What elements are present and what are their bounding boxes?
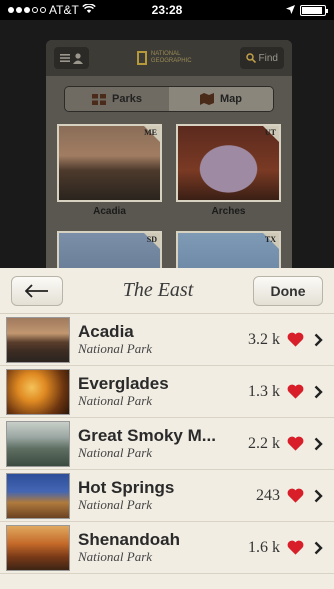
battery-icon [300, 4, 328, 16]
background-card: NATIONAL GEOGRAPHIC Find Parks Map ME Ac… [46, 40, 292, 290]
list-profile-button[interactable] [54, 47, 89, 69]
region-sheet: The East Done Acadia National Park 3.2 k… [0, 268, 334, 589]
park-type: National Park [78, 445, 153, 460]
find-label: Find [258, 52, 278, 64]
thumbnail-acadia[interactable]: ME Acadia [57, 124, 162, 217]
wifi-icon [82, 3, 96, 17]
national-geographic-logo: NATIONAL GEOGRAPHIC [136, 51, 192, 65]
person-icon [73, 52, 83, 64]
tab-parks-label: Parks [112, 93, 142, 105]
list-item[interactable]: Shenandoah National Park 1.6 k [0, 522, 334, 574]
done-button[interactable]: Done [253, 275, 323, 306]
state-label: SD [146, 235, 157, 244]
chevron-right-icon[interactable] [310, 385, 326, 399]
park-text: Shenandoah National Park [78, 530, 220, 565]
screen: AT&T 23:28 NATIONAL GEOGRAPHIC Find Park… [0, 0, 334, 589]
park-type: National Park [78, 393, 153, 408]
park-type: National Park [78, 549, 153, 564]
status-bar: AT&T 23:28 [0, 0, 334, 20]
park-text: Hot Springs National Park [78, 478, 220, 513]
list-item[interactable]: Great Smoky M... National Park 2.2 k [0, 418, 334, 470]
park-name: Shenandoah [78, 530, 181, 549]
thumbnail-label: Arches [211, 206, 246, 217]
chevron-right-icon[interactable] [310, 333, 326, 347]
carrier-label: AT&T [49, 3, 79, 17]
find-button[interactable]: Find [239, 47, 284, 69]
thumbnail-image: UT [176, 124, 281, 202]
search-icon [245, 53, 256, 63]
sheet-header: The East Done [0, 268, 334, 314]
list-item[interactable]: Acadia National Park 3.2 k [0, 314, 334, 366]
park-thumbnail-grid: ME Acadia UT Arches SD TX [46, 112, 292, 290]
chevron-right-icon[interactable] [310, 437, 326, 451]
state-label: ME [144, 128, 157, 137]
tab-map[interactable]: Map [169, 87, 273, 111]
park-text: Everglades National Park [78, 374, 220, 409]
thumbnail-label: Acadia [93, 206, 126, 217]
status-right [206, 3, 328, 17]
background-app: NATIONAL GEOGRAPHIC Find Parks Map ME Ac… [0, 20, 334, 290]
status-time: 23:28 [151, 3, 183, 17]
park-photo [6, 524, 70, 571]
heart-icon[interactable] [284, 436, 306, 451]
background-nav-bar: NATIONAL GEOGRAPHIC Find [46, 40, 292, 76]
logo-line-1: NATIONAL [150, 51, 181, 57]
like-count: 1.6 k [248, 538, 280, 556]
chevron-right-icon[interactable] [310, 489, 326, 503]
like-count: 1.3 k [248, 382, 280, 400]
heart-icon[interactable] [284, 384, 306, 399]
view-segmented-control: Parks Map [64, 86, 274, 112]
like-count: 2.2 k [248, 434, 280, 452]
heart-icon[interactable] [284, 488, 306, 503]
park-photo [6, 420, 70, 467]
park-text: Acadia National Park [78, 322, 220, 357]
back-arrow-icon [25, 283, 48, 298]
park-name: Hot Springs [78, 478, 175, 497]
tab-map-label: Map [220, 93, 242, 105]
park-text: Great Smoky M... National Park [78, 426, 220, 461]
list-item[interactable]: Hot Springs National Park 243 [0, 470, 334, 522]
thumbnail-arches[interactable]: UT Arches [176, 124, 281, 217]
park-type: National Park [78, 341, 153, 356]
tab-parks[interactable]: Parks [65, 87, 169, 111]
park-name: Everglades [78, 374, 169, 393]
thumbnail-image: ME [57, 124, 162, 202]
list-icon [60, 54, 70, 62]
park-list: Acadia National Park 3.2 k Everglades Na… [0, 314, 334, 574]
park-type: National Park [78, 497, 153, 512]
park-photo [6, 472, 70, 519]
park-name: Great Smoky M... [78, 426, 216, 445]
state-label: UT [264, 128, 276, 137]
park-photo [6, 368, 70, 415]
map-icon [200, 93, 214, 105]
sheet-title: The East [122, 279, 194, 301]
back-button[interactable] [11, 275, 63, 306]
like-count: 3.2 k [248, 330, 280, 348]
park-photo [6, 316, 70, 363]
heart-icon[interactable] [284, 540, 306, 555]
list-item[interactable]: Everglades National Park 1.3 k [0, 366, 334, 418]
parks-grid-icon [92, 93, 106, 105]
status-left: AT&T [8, 3, 128, 17]
signal-strength-icon [8, 7, 46, 13]
logo-line-2: GEOGRAPHIC [150, 58, 192, 64]
logo-frame-icon [136, 51, 147, 65]
like-count: 243 [256, 486, 280, 504]
chevron-right-icon[interactable] [310, 541, 326, 555]
location-arrow-icon [286, 3, 295, 17]
heart-icon[interactable] [284, 332, 306, 347]
park-name: Acadia [78, 322, 134, 341]
state-label: TX [264, 235, 276, 244]
